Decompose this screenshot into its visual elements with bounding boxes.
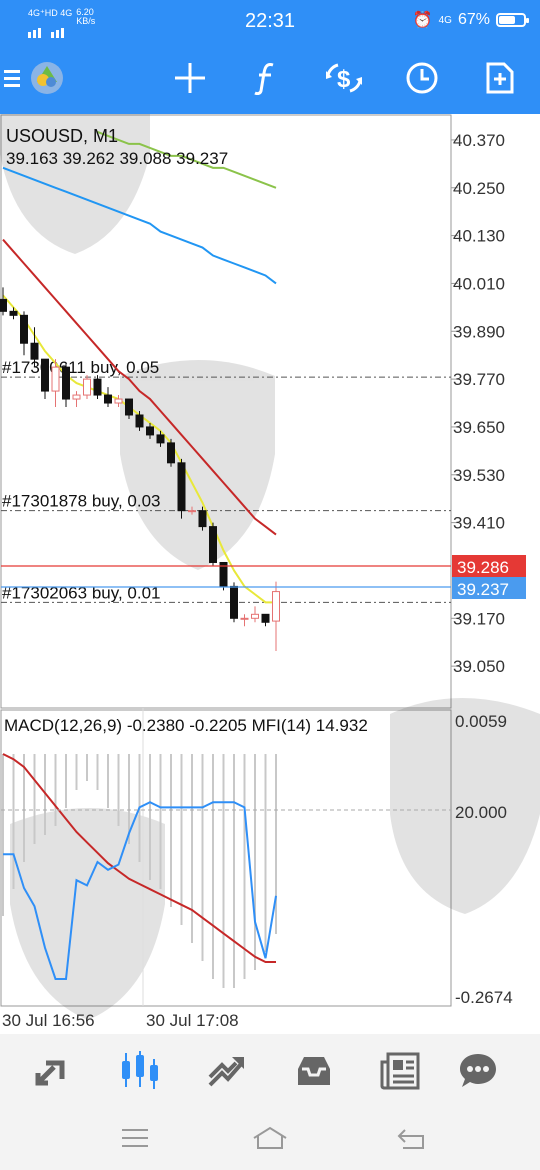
candle-body xyxy=(240,617,249,620)
candle-body xyxy=(198,510,207,528)
order-label: #17302063 buy, 0.01 xyxy=(2,583,161,602)
home-icon[interactable] xyxy=(240,1120,300,1156)
candle-body xyxy=(93,378,102,396)
recent-apps-icon[interactable] xyxy=(105,1120,165,1156)
price-axis-label: 39.410 xyxy=(453,514,505,533)
chat-icon[interactable] xyxy=(448,1046,508,1096)
new-order-icon[interactable] xyxy=(470,42,530,114)
timeframe-clock-icon[interactable] xyxy=(392,42,452,114)
candle-body xyxy=(51,366,60,392)
price-axis-label: 40.250 xyxy=(453,179,505,198)
candle-body xyxy=(146,426,154,436)
app-logo-icon[interactable] xyxy=(24,42,70,114)
candle-body xyxy=(72,394,81,400)
time-label-2: 30 Jul 17:08 xyxy=(146,1011,239,1030)
indicator-title: MACD(12,26,9) -0.2380 -0.2205 MFI(14) 14… xyxy=(4,716,368,735)
battery-percent: 67% xyxy=(457,11,490,28)
order-label: #17300611 buy, 0.05 xyxy=(2,358,159,377)
candle-body xyxy=(261,613,270,623)
battery-icon xyxy=(496,13,529,27)
order-label: #17301878 buy, 0.03 xyxy=(2,492,161,511)
candle-body xyxy=(41,358,49,392)
toolbar: $ xyxy=(0,42,540,114)
indicator-axis-bottom: -0.2674 xyxy=(455,988,513,1007)
function-icon[interactable] xyxy=(236,42,296,114)
candle-body xyxy=(177,462,186,512)
candle-body xyxy=(167,442,175,464)
price-axis-label: 40.010 xyxy=(453,274,505,293)
candle-body xyxy=(230,585,238,619)
status-right: ⏰ 4G 67% xyxy=(412,10,529,30)
indicator-axis-mid: 20.000 xyxy=(455,803,507,822)
symbol-switch-icon[interactable]: $ xyxy=(314,42,374,114)
status-bar: 4G⁺HD 4G 6.20 KB/s 22:31 ⏰ 4G 67% xyxy=(0,0,540,42)
candle-body xyxy=(0,298,7,312)
bottom-nav xyxy=(0,1034,540,1106)
candle-body xyxy=(62,366,70,400)
system-nav-bar xyxy=(0,1106,540,1170)
trade-icon[interactable] xyxy=(196,1046,256,1096)
price-axis-label: 40.370 xyxy=(453,131,505,150)
candle-body xyxy=(114,398,123,404)
crosshair-icon[interactable] xyxy=(160,42,220,114)
svg-text:$: $ xyxy=(337,66,351,93)
network-label-right: 4G xyxy=(438,14,452,26)
time-label-1: 30 Jul 16:56 xyxy=(2,1011,95,1030)
candle-body xyxy=(104,394,112,404)
price-axis-label: 39.770 xyxy=(453,370,505,389)
candle-body xyxy=(135,414,144,428)
candle-body xyxy=(272,591,280,622)
price-axis-label: 39.890 xyxy=(453,322,505,341)
indicator-axis-top: 0.0059 xyxy=(455,712,507,731)
candle-body xyxy=(156,434,165,444)
history-icon[interactable] xyxy=(284,1046,344,1096)
alarm-icon: ⏰ xyxy=(412,12,433,29)
candle-body xyxy=(83,378,91,396)
candle-body xyxy=(209,526,217,563)
candle-body xyxy=(9,310,18,316)
back-icon[interactable] xyxy=(382,1120,442,1156)
candle-body xyxy=(20,314,28,344)
price-axis-label: 39.170 xyxy=(453,609,505,628)
price-axis-label: 39.530 xyxy=(453,466,505,485)
symbol-title: USOUSD, M1 xyxy=(6,126,118,146)
chart-icon[interactable] xyxy=(110,1046,170,1096)
price-axis-label: 40.130 xyxy=(453,227,505,246)
candle-body xyxy=(125,398,133,416)
ask-price-label: 39.237 xyxy=(457,580,509,599)
news-icon[interactable] xyxy=(370,1046,430,1096)
price-axis-label: 39.650 xyxy=(453,418,505,437)
quotes-icon[interactable] xyxy=(24,1046,84,1096)
ohlc-readout: 39.163 39.262 39.088 39.237 xyxy=(6,149,228,168)
candle-body xyxy=(188,510,196,513)
candle-body xyxy=(251,613,259,619)
price-chart[interactable]: #17300611 buy, 0.05 #17301878 buy, 0.03 #1… xyxy=(0,69,540,1034)
chart-area[interactable]: #17300611 buy, 0.05 #17301878 buy, 0.03 #1… xyxy=(0,69,540,1034)
candle-body xyxy=(30,342,39,360)
bid-price-label: 39.286 xyxy=(457,558,509,577)
price-axis-label: 39.050 xyxy=(453,657,505,676)
menu-icon[interactable] xyxy=(0,42,24,114)
